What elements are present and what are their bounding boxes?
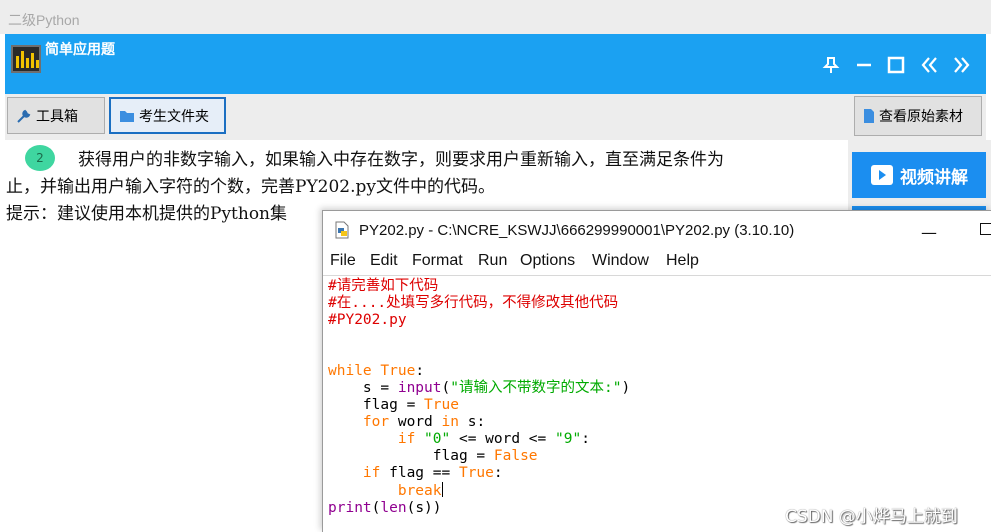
wrench-icon: [16, 108, 32, 124]
code-text-span: [328, 414, 363, 430]
double-right-icon[interactable]: [951, 54, 973, 76]
code-keyword: False: [493, 448, 538, 464]
video-play-icon: [870, 164, 894, 186]
code-editor[interactable]: #请完善如下代码 #在....处填写多行代码，不得修改其他代码 #PY202.p…: [323, 275, 991, 532]
code-builtin: input: [397, 380, 442, 396]
folder-icon: [119, 109, 135, 123]
code-text-span: [328, 483, 398, 499]
code-text-span: s:: [458, 414, 486, 430]
code-text-span: flag =: [328, 448, 494, 464]
code-string: "0": [415, 431, 451, 447]
maximize-icon[interactable]: [885, 54, 907, 76]
code-text-span: (: [441, 380, 451, 396]
menu-file[interactable]: File: [330, 252, 356, 270]
double-left-icon[interactable]: [918, 54, 940, 76]
code-text-span: word: [389, 414, 442, 430]
exam-folder-label: 考生文件夹: [139, 108, 209, 125]
toolbar: 工具箱 考生文件夹 查看原始素材: [5, 94, 986, 140]
code-text-span: (s)): [406, 500, 442, 516]
code-keyword: break: [397, 483, 442, 499]
idle-maximize-icon[interactable]: [980, 223, 991, 235]
video-explanation-label: 视频讲解: [900, 167, 968, 188]
view-materials-button[interactable]: 查看原始素材: [854, 96, 982, 136]
csdn-watermark: CSDN @小烨马上就到: [785, 507, 958, 527]
menu-run[interactable]: Run: [478, 252, 507, 270]
menu-options[interactable]: Options: [520, 252, 575, 270]
idle-menubar: File Edit Format Run Options Window Help: [323, 249, 991, 275]
code-builtin: len: [380, 500, 407, 516]
question-line-1: 获得用户的非数字输入，如果输入中存在数字，则要求用户重新输入，直至满足条件为: [78, 150, 724, 170]
header-title: 简单应用题: [45, 42, 115, 58]
code-comment: #在....处填写多行代码，不得修改其他代码: [328, 295, 619, 311]
header-bar: 简单应用题: [5, 34, 986, 94]
menu-help[interactable]: Help: [666, 252, 699, 270]
code-keyword: while: [328, 363, 372, 379]
app-title-bar: 二级Python: [0, 0, 991, 34]
toolbox-label: 工具箱: [36, 108, 78, 125]
idle-title-bar: PY202.py - C:\NCRE_KSWJJ\666299990001\PY…: [323, 211, 991, 248]
pin-icon[interactable]: [820, 54, 842, 76]
code-text: #请完善如下代码 #在....处填写多行代码，不得修改其他代码 #PY202.p…: [328, 278, 630, 517]
view-materials-label: 查看原始素材: [879, 109, 963, 125]
code-text-span: :: [581, 431, 590, 447]
menu-window[interactable]: Window: [592, 252, 649, 270]
code-keyword: in: [441, 414, 459, 430]
code-keyword: True: [424, 397, 459, 413]
idle-editor-window: PY202.py - C:\NCRE_KSWJJ\666299990001\PY…: [322, 210, 991, 532]
code-keyword: if: [362, 465, 381, 481]
code-text-span: flag =: [328, 397, 425, 413]
code-text-span: [328, 465, 363, 481]
app-title: 二级Python: [8, 12, 80, 28]
menu-format[interactable]: Format: [412, 252, 463, 270]
code-comment: #请完善如下代码: [328, 278, 439, 294]
code-keyword: True: [458, 465, 494, 481]
code-text-span: ): [621, 380, 631, 396]
menu-edit[interactable]: Edit: [370, 252, 398, 270]
code-text-span: <= word <=: [450, 431, 555, 447]
code-keyword: for: [362, 414, 390, 430]
question-line-2: 止，并输出用户输入字符的个数，完善PY202.py文件中的代码。: [6, 177, 495, 197]
document-icon: [863, 108, 875, 124]
code-text-span: :: [415, 363, 425, 379]
text-cursor: [441, 482, 443, 497]
code-text-span: s =: [328, 380, 398, 396]
code-text-span: [328, 431, 398, 447]
python-file-icon: [333, 221, 351, 243]
minimize-icon[interactable]: [853, 54, 875, 76]
idle-title: PY202.py - C:\NCRE_KSWJJ\666299990001\PY…: [359, 222, 795, 239]
toolbox-button[interactable]: 工具箱: [7, 97, 105, 134]
code-comment: #PY202.py: [328, 312, 407, 328]
code-string: "请输入不带数字的文本:": [450, 380, 622, 396]
idle-minimize-icon[interactable]: —: [921, 223, 937, 242]
exam-folder-button[interactable]: 考生文件夹: [109, 97, 226, 134]
code-keyword: True: [380, 363, 416, 379]
code-text-span: :: [493, 465, 503, 481]
video-explanation-button[interactable]: 视频讲解: [852, 152, 986, 198]
equalizer-logo-icon: [11, 45, 41, 73]
code-string: "9": [555, 431, 582, 447]
code-builtin: print: [328, 500, 372, 516]
code-keyword: if: [397, 431, 416, 447]
code-text-span: flag ==: [380, 465, 459, 481]
